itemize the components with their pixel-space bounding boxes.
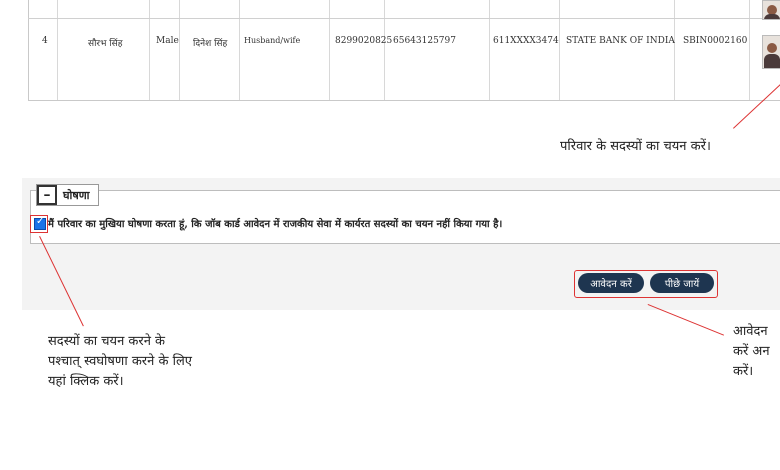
table-row: 4 सौरभ सिंह Male दिनेश सिंह Husband/wife… xyxy=(0,0,780,100)
annotation-select-members: परिवार के सदस्यों का चयन करें। xyxy=(560,139,711,154)
apply-button[interactable]: आवेदन करें xyxy=(578,273,644,293)
cell-name: सौरभ सिंह xyxy=(88,39,123,49)
cell-relation: Husband/wife xyxy=(244,36,301,45)
annotation-line: यहां क्लिक करें। xyxy=(48,374,124,389)
declaration-legend-label: घोषणा xyxy=(63,188,90,202)
cell-sr: 4 xyxy=(42,36,48,46)
cell-bank: STATE BANK OF INDIA xyxy=(566,36,675,46)
declaration-legend: – घोषणा xyxy=(36,184,99,206)
declaration-text: मैं परिवार का मुखिया घोषणा करता हूं, कि … xyxy=(48,219,503,230)
annotation-self-declare: सदस्यों का चयन करने के पश्चात् स्वघोषणा … xyxy=(48,332,192,392)
annotation-line: आवेदन xyxy=(733,324,768,339)
member-photo xyxy=(762,35,780,69)
cell-gender: Male xyxy=(156,36,179,46)
cell-account: 611XXXX3474 xyxy=(493,36,559,46)
declaration-checkbox[interactable] xyxy=(34,216,46,230)
cell-relative-name: दिनेश सिंह xyxy=(193,39,228,49)
cell-phone: 8299020825 xyxy=(335,36,393,46)
annotation-line: सदस्यों का चयन करने के xyxy=(48,334,166,349)
back-button[interactable]: पीछे जायें xyxy=(650,273,714,293)
annotation-apply: आवेदन करें अन करें। xyxy=(733,322,770,382)
member-photo xyxy=(762,0,780,20)
collapse-toggle-button[interactable]: – xyxy=(37,185,57,205)
cell-number2: 65643125797 xyxy=(393,36,456,46)
annotation-line: पश्चात् स्वघोषणा करने के लिए xyxy=(48,354,192,369)
annotation-line: करें अन xyxy=(733,344,770,359)
annotation-line: करें। xyxy=(733,364,754,379)
cell-ifsc: SBIN0002160 xyxy=(683,36,748,46)
